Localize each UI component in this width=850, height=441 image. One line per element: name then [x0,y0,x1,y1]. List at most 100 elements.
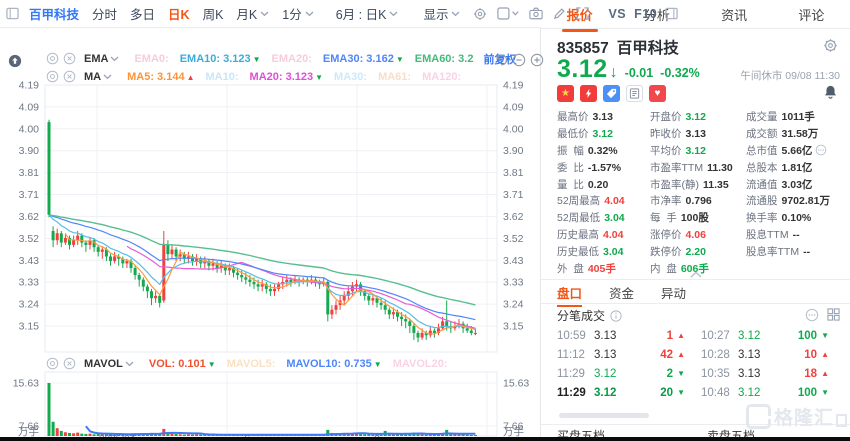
zoom-in-icon[interactable] [530,53,544,67]
chart-zoom-tools [494,53,544,67]
tick-trades-header: 分笔成交 [557,307,622,324]
svg-text:3.62: 3.62 [503,211,524,223]
indicator-close-icon[interactable] [63,357,76,370]
indicator-settings-gear-icon[interactable] [46,52,59,65]
kline-chart-canvas[interactable]: 4.19 4.19 4.09 4.09 4.00 4.00 3.90 3.90 3.81 3.81… [0,0,540,441]
mavol-indicator-row: MAVOL VOL: 0.101 ▼ MAVOL5: MAVOL10: 0.735 ▼ M… [46,356,448,371]
china-flag-icon[interactable]: ★ [557,85,574,102]
chevron-down-icon[interactable] [103,74,112,80]
zoom-out-icon[interactable] [512,53,526,67]
up-arrow-icon: ▲ [677,350,685,359]
trade-price: 3.13 [738,367,761,380]
indicator-value-label: EMA0: [134,52,169,65]
svg-text:3.71: 3.71 [19,189,40,201]
trade-time: 11:29 [557,386,586,399]
chart-style-selector[interactable] [497,7,519,20]
trade-price: 3.13 [738,348,761,361]
ma-indicator-row: MA MA5: 3.144 ▲ MA10: MA20: 3.123 ▼ MA30: MA61… [46,69,461,84]
display-menu[interactable]: 显示 [423,4,460,23]
trade-volume: 18 [804,367,817,380]
indicator-name[interactable]: MAVOL [84,358,123,370]
indicator-value-label: EMA30: 3.162 [322,52,394,65]
tab-news[interactable]: 资讯 [696,5,773,24]
chevron-down-icon[interactable] [125,361,134,367]
chevron-down-icon [452,11,460,16]
stat-cell: 总股本 1.81亿 [746,161,813,174]
indicator-value-label: MA30: [334,70,368,83]
stat-row: 历史最高 4.04 涨停价 4.06 股息TTM -- [541,226,850,243]
tab-comments[interactable]: 评论 [773,5,850,24]
stat-cell: 52周最高 4.04 [557,195,625,208]
indicator-value-label: EMA20: [271,52,312,65]
horizontal-scrollbar[interactable] [559,413,649,418]
trade-row[interactable]: 11:12 3.13 42 ▲ 10:28 3.13 10 ▲ [541,345,850,364]
toolbar-stock-name[interactable]: 百甲科技 [29,4,79,23]
fullscreen-expand-icon[interactable] [576,7,590,20]
tab-movements[interactable]: 异动 [661,283,686,302]
stock-terminal-window: { "colors": {"up":"#f0413d","down":"#0fa… [0,0,850,441]
side-panel-icon[interactable] [665,7,678,20]
stat-row: 52周最高 4.04 市净率 0.796 流通股 9702.81万 [541,192,850,209]
publish-circle-icon[interactable] [8,54,22,71]
tab-weekly-k[interactable]: 周K [203,4,224,23]
svg-text:3.43: 3.43 [503,255,524,267]
down-arrow-icon: ▼ [677,369,685,378]
trade-row[interactable]: 10:59 3.13 1 ▲ 10:27 3.12 100 ▼ [541,326,850,345]
svg-text:3.43: 3.43 [19,255,40,267]
down-arrow-icon: ▼ [821,331,829,340]
indicator-value-label: MAVOL5: [226,357,276,370]
stat-cell: 委 比 -1.57% [557,161,622,174]
down-arrow-icon: ▼ [395,54,404,64]
svg-text:3.24: 3.24 [503,299,524,311]
trade-row[interactable]: 11:29 3.12 20 ▼ 10:48 3.12 100 ▼ [541,383,850,402]
stat-cell: 量 比 0.20 [557,178,609,191]
reset-undo-icon[interactable] [494,53,508,67]
alert-bell-icon[interactable] [823,84,838,103]
trade-price: 3.12 [738,329,761,342]
chevron-down-icon [260,11,269,16]
f10-info-button[interactable]: F10 [634,7,657,21]
tab-funds[interactable]: 资金 [609,283,634,302]
notes-icon[interactable] [626,85,643,102]
indicator-close-icon[interactable] [63,52,76,65]
tab-monthly-k[interactable]: 月K [236,4,269,23]
tick-trades-list: 10:59 3.13 1 ▲ 10:27 3.12 100 ▼ 11:12 3.13 42 ▲ 10:2… [541,326,850,402]
quote-settings-gear-icon[interactable] [823,38,838,56]
indicator-name[interactable]: MA [84,71,101,83]
info-icon[interactable] [610,309,622,322]
indicator-settings-gear-icon[interactable] [46,70,59,83]
trade-volume: 2 [666,367,673,380]
svg-text:3.24: 3.24 [19,299,40,311]
range-selector[interactable]: 6月 : 日K [336,4,399,23]
stat-cell: 总市值 5.66亿 [746,143,842,158]
indicator-value-label: MA5: 3.144 [127,70,185,83]
grid-view-icon[interactable] [827,308,840,321]
down-arrow-icon: ▼ [677,388,685,397]
window-layout-icon[interactable] [6,7,19,20]
more-options-icon[interactable] [805,308,819,322]
up-arrow-icon: ▲ [821,350,829,359]
favorite-heart-icon[interactable]: ♥ [649,85,666,102]
tab-fenshi[interactable]: 分时 [92,4,117,23]
tab-1min[interactable]: 1分 [282,4,314,23]
ema-indicator-row: EMA EMA0: EMA10: 3.123 ▼ EMA20: EMA30: 3.162… [46,51,516,66]
tab-duori[interactable]: 多日 [130,4,155,23]
lightning-icon[interactable] [580,85,597,102]
trade-row[interactable]: 11:29 3.12 2 ▼ 10:35 3.13 18 ▲ [541,364,850,383]
tab-daily-k[interactable]: 日K [168,4,190,23]
tab-order-book[interactable]: 盘口 [557,283,583,307]
chevron-down-icon[interactable] [110,56,119,62]
draw-pencil-icon[interactable] [553,7,566,20]
screenshot-camera-icon[interactable] [529,7,544,20]
trade-volume: 10 [804,348,817,361]
indicator-value-label: MA120: [422,70,462,83]
stat-cell: 市盈率TTM 11.30 [650,161,733,174]
vs-compare-button[interactable]: VS [608,7,626,21]
indicator-name[interactable]: EMA [84,53,108,65]
indicator-close-icon[interactable] [63,70,76,83]
more-options-icon[interactable] [815,144,827,156]
svg-text:15.63: 15.63 [13,378,39,390]
settings-gear-icon[interactable] [473,7,487,21]
tag-icon[interactable] [603,85,620,102]
indicator-settings-gear-icon[interactable] [46,357,59,370]
